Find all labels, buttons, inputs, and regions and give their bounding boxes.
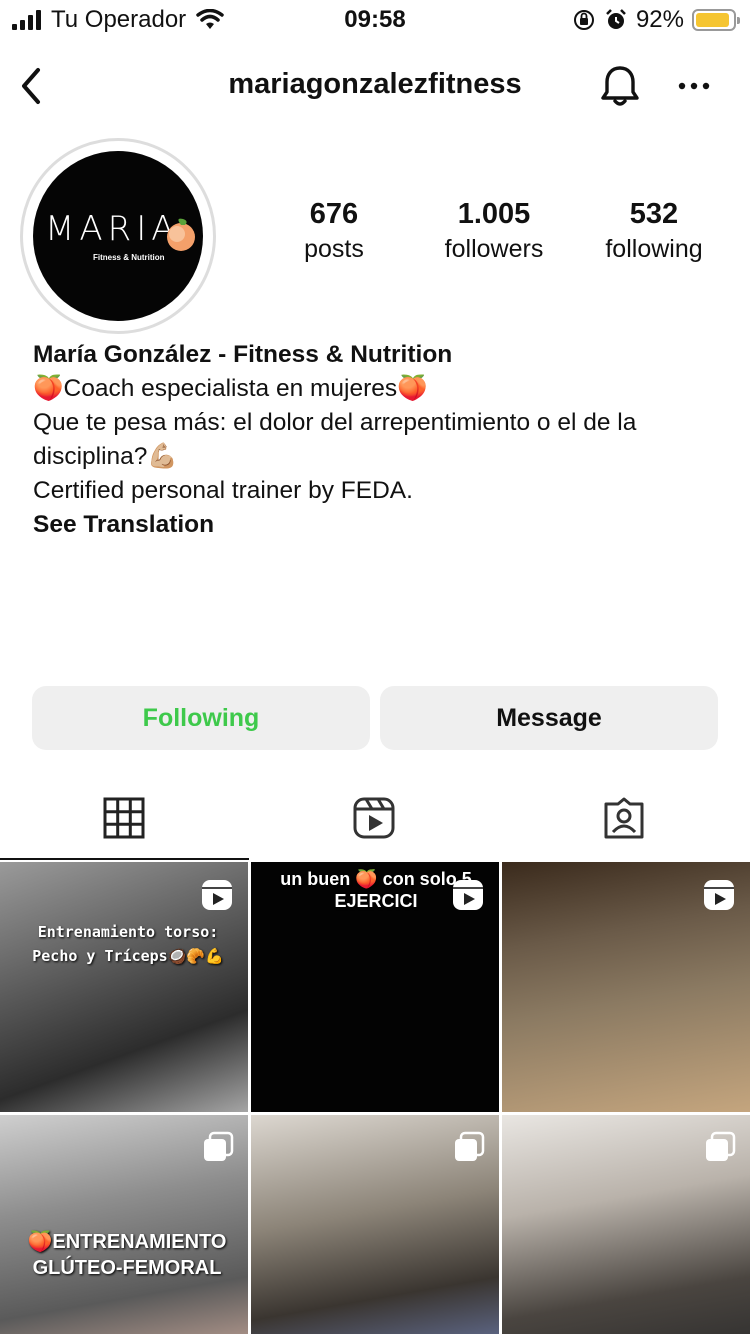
grid-icon[interactable] (102, 796, 146, 840)
display-name: María González - Fitness & Nutrition (33, 341, 453, 368)
followers-label: followers (444, 235, 544, 263)
bio-line: Certified personal trainer by FEDA. (33, 477, 413, 504)
ellipsis-icon[interactable] (672, 66, 716, 106)
reels-icon (453, 880, 483, 910)
reels-icon[interactable] (352, 796, 396, 840)
peach-icon (167, 218, 195, 251)
alarm-icon (606, 9, 626, 29)
profile-bio: María González - Fitness & Nutrition 🍑Co… (33, 338, 723, 542)
posts-count: 676 (309, 198, 359, 230)
status-icons: 92% (572, 6, 740, 34)
message-button[interactable]: Message (380, 686, 718, 750)
followers-count: 1.005 (457, 198, 531, 230)
following-button[interactable]: Following (32, 686, 370, 750)
carousel-icon (204, 1131, 234, 1161)
avatar-logo-text: MARIA (45, 209, 180, 249)
status-bar: Tu Operador 09:58 92% (0, 0, 750, 42)
battery-fill (696, 13, 730, 27)
post-thumbnail[interactable] (251, 1115, 499, 1334)
bio-line: 🍑Coach especialista en mujeres🍑 (33, 375, 428, 402)
battery-percent: 92% (635, 6, 684, 33)
carousel-icon (455, 1131, 485, 1161)
post-thumbnail[interactable]: Entrenamiento torso: Pecho y Tríceps🥥🥐💪 (0, 862, 248, 1112)
post-caption: Entrenamiento torso: Pecho y Tríceps🥥🥐💪 (32, 923, 224, 965)
avatar[interactable]: MARIA Fitness & Nutrition (33, 151, 203, 321)
active-tab-indicator (0, 858, 249, 860)
orientation-lock-icon (573, 10, 594, 30)
post-thumbnail[interactable] (502, 1115, 750, 1334)
following-label: following (605, 235, 703, 263)
following-count: 532 (629, 198, 679, 230)
stat-followers[interactable]: 1.005 followers (432, 198, 556, 264)
carousel-icon (706, 1131, 736, 1161)
posts-grid: Entrenamiento torso: Pecho y Tríceps🥥🥐💪 … (0, 862, 750, 1334)
reels-icon (704, 880, 734, 910)
post-thumbnail[interactable]: 🍑ENTRENAMIENTO GLÚTEO-FEMORAL (0, 1115, 248, 1334)
post-thumbnail[interactable]: un buen 🍑 con solo 5 EJERCICI (251, 862, 499, 1112)
post-thumbnail[interactable] (502, 862, 750, 1112)
bell-icon[interactable] (596, 62, 644, 110)
bio-line: Que te pesa más: el dolor del arrepentim… (33, 409, 637, 470)
avatar-logo-subtitle: Fitness & Nutrition (93, 253, 165, 262)
profile-header: mariagonzalezfitness (0, 56, 750, 116)
battery-icon (692, 9, 740, 31)
posts-label: posts (304, 235, 364, 263)
tagged-icon[interactable] (602, 796, 646, 840)
see-translation-link[interactable]: See Translation (33, 508, 723, 542)
stat-following[interactable]: 532 following (594, 198, 714, 264)
profile-tabs (0, 776, 750, 862)
reels-icon (202, 880, 232, 910)
post-caption: 🍑ENTRENAMIENTO GLÚTEO-FEMORAL (27, 1231, 227, 1279)
stat-posts[interactable]: 676 posts (290, 198, 378, 264)
